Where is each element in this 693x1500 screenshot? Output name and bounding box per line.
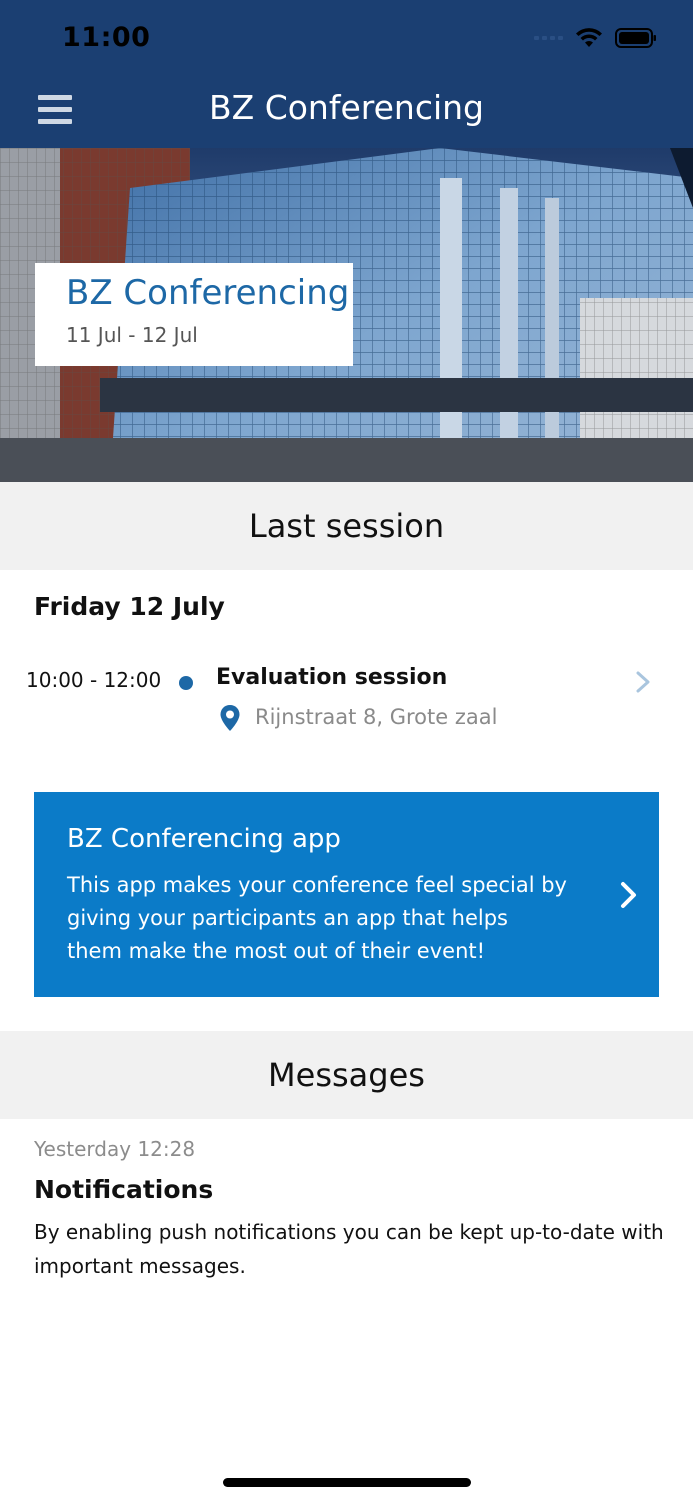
battery-icon <box>615 28 656 48</box>
page-title: BZ Conferencing <box>208 88 485 127</box>
signal-icon <box>534 36 563 40</box>
chevron-right-icon <box>621 882 636 908</box>
message-title[interactable]: Notifications <box>34 1175 213 1204</box>
hero-banner: BZ Conferencing 11 Jul - 12 Jul <box>0 148 693 482</box>
wifi-icon <box>576 28 602 47</box>
session-location: Rijnstraat 8, Grote zaal <box>255 705 498 729</box>
session-day: Friday 12 July <box>34 592 225 621</box>
session-dot <box>179 676 193 690</box>
location-pin-icon <box>220 705 240 731</box>
event-dates: 11 Jul - 12 Jul <box>66 323 198 347</box>
status-time: 11:00 <box>62 22 151 53</box>
home-indicator[interactable] <box>223 1478 471 1487</box>
app-promo-card[interactable]: BZ Conferencing app This app makes your … <box>34 792 659 997</box>
session-time: 10:00 - 12:00 <box>26 668 162 692</box>
messages-header: Messages <box>0 1031 693 1119</box>
chevron-right-icon <box>636 671 650 693</box>
promo-text: This app makes your conference feel spec… <box>67 873 567 963</box>
event-card: BZ Conferencing 11 Jul - 12 Jul <box>35 263 353 366</box>
status-icons <box>534 26 657 50</box>
last-session-header: Last session <box>0 482 693 570</box>
app-header: 11:00 BZ Conferencing <box>0 0 693 148</box>
nav-bar: BZ Conferencing <box>0 76 693 142</box>
session-item[interactable]: 10:00 - 12:00 Evaluation session Rijnstr… <box>0 650 693 750</box>
message-time: Yesterday 12:28 <box>34 1137 196 1161</box>
promo-title: BZ Conferencing app <box>67 824 341 854</box>
message-body: By enabling push notifications you can b… <box>34 1220 664 1278</box>
event-title: BZ Conferencing <box>66 273 350 313</box>
session-title: Evaluation session <box>216 665 448 690</box>
